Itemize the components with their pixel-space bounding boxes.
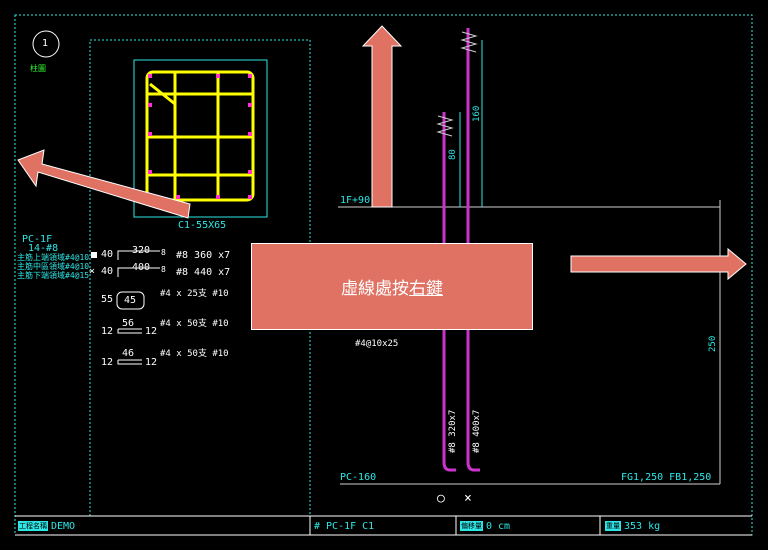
legend-row: 主筋下端領域#4@15 [17, 271, 90, 280]
arrow-left [17, 149, 191, 219]
schedule-side-num: 12 [145, 326, 158, 337]
schedule-prefix: × [89, 266, 96, 277]
schedule-left-num: 40 [101, 249, 114, 260]
bar2-note: #8 400x7 [472, 409, 482, 453]
circle-tool-icon[interactable]: ○ [437, 491, 445, 506]
level-label: 1F+90 [340, 195, 371, 206]
pc-label: PC-160 [340, 472, 377, 483]
schedule-spec: #8 360 x7 [176, 250, 231, 261]
legend-row: 主筋中區領域#4@10 [17, 262, 90, 271]
callout-underlined-text: 右鍵 [409, 279, 443, 299]
fg-label: FG1,250 FB1,250 [621, 472, 712, 483]
legend-row: 主筋上端領域#4@10 [17, 253, 90, 262]
schedule-top-num: 45 [124, 295, 137, 306]
schedule-spec: #4 x 50支 #10 [160, 349, 229, 359]
schedule-spec: #4 x 50支 #10 [160, 319, 229, 329]
drawing-caption: 柱圖 [30, 64, 46, 73]
drawing-number: 1 [42, 38, 49, 49]
bar1-note: #8 320x7 [448, 409, 458, 453]
stirrup-note: #4@10x25 [355, 339, 399, 349]
schedule-side-num: 8 [161, 248, 166, 257]
schedule-top-num: 56 [122, 318, 135, 329]
schedule-top-num: 320 [132, 245, 151, 256]
schedule-top-num: 400 [132, 262, 151, 273]
schedule-left-num: 55 [101, 294, 114, 305]
dim-250: 250 [708, 335, 718, 352]
dim-80: 80 [448, 149, 458, 160]
status-dividers [15, 516, 752, 536]
dim-160: 160 [472, 105, 482, 122]
schedule-spec: #8 440 x7 [176, 267, 231, 278]
filled-square-marker [91, 252, 97, 258]
schedule-side-num: 8 [161, 265, 166, 274]
section-label: C1-55X65 [178, 220, 227, 231]
schedule-left-num: 12 [101, 357, 114, 368]
schedule-spec: #4 x 25支 #10 [160, 289, 229, 299]
arrow-up [361, 25, 403, 208]
schedule-side-num: 12 [145, 357, 158, 368]
cross-tool-icon[interactable]: × [464, 491, 472, 506]
rebar-cage [145, 70, 255, 202]
schedule-top-num: 46 [122, 348, 135, 359]
schedule-left-num: 12 [101, 326, 114, 337]
instruction-callout: 虛線處按 右鍵 [251, 243, 533, 330]
schedule-left-num: 40 [101, 266, 114, 277]
callout-text: 虛線處按 [341, 279, 409, 299]
